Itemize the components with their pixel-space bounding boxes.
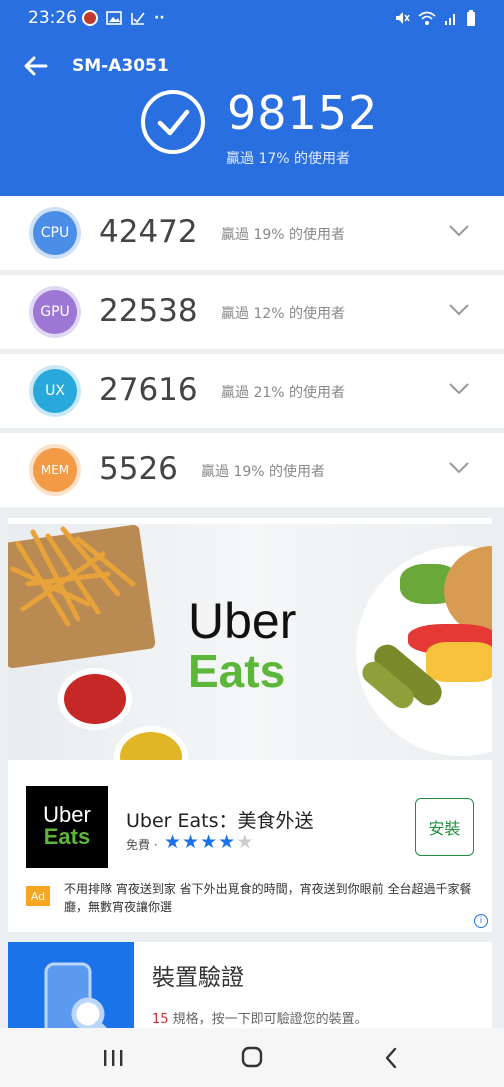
- mute-icon: [396, 12, 410, 24]
- cpu-badge: CPU: [33, 211, 77, 255]
- checkmark-icon: [141, 90, 205, 154]
- gpu-badge: GPU: [33, 290, 77, 334]
- star-icon: ★: [200, 831, 219, 853]
- verify-illustration: [8, 942, 134, 1028]
- gpu-subtitle: 贏過 12% 的使用者: [221, 306, 346, 322]
- score-header: SM-A3051 98152 贏過 17% 的使用者: [0, 38, 504, 196]
- banner-brand-uber: Uber: [188, 593, 297, 649]
- gpu-score: 22538: [99, 293, 198, 329]
- score-row-mem[interactable]: MEM 5526 贏過 19% 的使用者: [0, 433, 504, 507]
- star-empty-icon: ★: [236, 831, 255, 853]
- device-name: SM-A3051: [72, 56, 169, 76]
- mustard-graphic: [120, 732, 182, 760]
- total-score: 98152: [227, 86, 379, 140]
- recent-apps-icon[interactable]: [98, 1044, 128, 1072]
- star-icon: ★: [218, 831, 237, 853]
- signal-icon: [445, 14, 455, 25]
- app-price: 免費 ·: [126, 838, 158, 852]
- gallery-icon: [106, 11, 122, 25]
- back-nav-icon[interactable]: [377, 1044, 407, 1072]
- mem-subtitle: 贏過 19% 的使用者: [201, 464, 326, 480]
- cpu-subtitle: 贏過 19% 的使用者: [221, 227, 346, 243]
- status-bar: 23:26 ··: [0, 0, 504, 38]
- adchoices-info-icon[interactable]: i: [474, 914, 488, 928]
- ad-badge: Ad: [26, 886, 50, 906]
- logo-eats-text: Eats: [43, 824, 91, 849]
- score-row-cpu[interactable]: CPU 42472 贏過 19% 的使用者: [0, 196, 504, 270]
- verify-count: 15: [152, 1012, 169, 1027]
- notification-app-icon: [82, 10, 98, 26]
- ux-badge: UX: [33, 369, 77, 413]
- verify-subtitle-text: 規格，按一下即可驗證您的裝置。: [168, 1012, 368, 1027]
- status-right-icons: [394, 10, 476, 26]
- cpu-score: 42472: [99, 214, 198, 250]
- ketchup-graphic: [64, 674, 126, 724]
- fries-graphic: [10, 526, 136, 627]
- wifi-icon: [418, 11, 436, 25]
- star-icon: ★: [164, 831, 183, 853]
- cheese-graphic: [426, 642, 492, 682]
- total-score-subtitle: 贏過 17% 的使用者: [226, 151, 351, 167]
- chevron-down-icon[interactable]: [448, 224, 470, 238]
- phone-magnifier-icon: [44, 962, 107, 1028]
- chevron-down-icon[interactable]: [448, 382, 470, 396]
- star-icon: ★: [182, 831, 201, 853]
- score-row-gpu[interactable]: GPU 22538 贏過 12% 的使用者: [0, 275, 504, 349]
- home-icon[interactable]: [237, 1044, 267, 1072]
- battery-icon: [467, 10, 475, 26]
- app-name[interactable]: Uber Eats：美食外送: [126, 806, 314, 833]
- more-dots-icon: ··: [154, 10, 165, 26]
- banner-brand-eats: Eats: [188, 645, 286, 697]
- mem-badge: MEM: [33, 448, 77, 492]
- task-icon: [131, 12, 145, 25]
- ux-score: 27616: [99, 372, 198, 408]
- status-time: 23:26: [28, 8, 77, 28]
- verify-title: 裝置驗證: [152, 965, 244, 991]
- ad-banner-image[interactable]: Uber Eats: [8, 524, 492, 760]
- ad-description: 不用排隊 宵夜送到家 省下外出覓食的時間，宵夜送到你眼前 全台超過千家餐廳，無數…: [64, 882, 472, 914]
- back-arrow-icon[interactable]: [22, 52, 50, 80]
- install-button[interactable]: 安裝: [415, 798, 474, 856]
- ux-subtitle: 贏過 21% 的使用者: [221, 385, 346, 401]
- ad-card[interactable]: Uber Eats Uber Eats Uber Eats：美食外送 免費 · …: [8, 518, 492, 932]
- system-nav-bar: [0, 1028, 504, 1087]
- chevron-down-icon[interactable]: [448, 461, 470, 475]
- status-left-icons: ··: [82, 10, 165, 26]
- verify-subtitle: 15 規格，按一下即可驗證您的裝置。: [152, 1008, 368, 1027]
- device-verify-card[interactable]: 裝置驗證 15 規格，按一下即可驗證您的裝置。: [8, 942, 492, 1028]
- score-row-ux[interactable]: UX 27616 贏過 21% 的使用者: [0, 354, 504, 428]
- logo-uber-text: Uber: [43, 802, 91, 827]
- mem-score: 5526: [99, 451, 178, 487]
- rating-stars: ★★★★★: [164, 831, 254, 853]
- chevron-down-icon[interactable]: [448, 303, 470, 317]
- app-logo[interactable]: Uber Eats: [26, 786, 108, 868]
